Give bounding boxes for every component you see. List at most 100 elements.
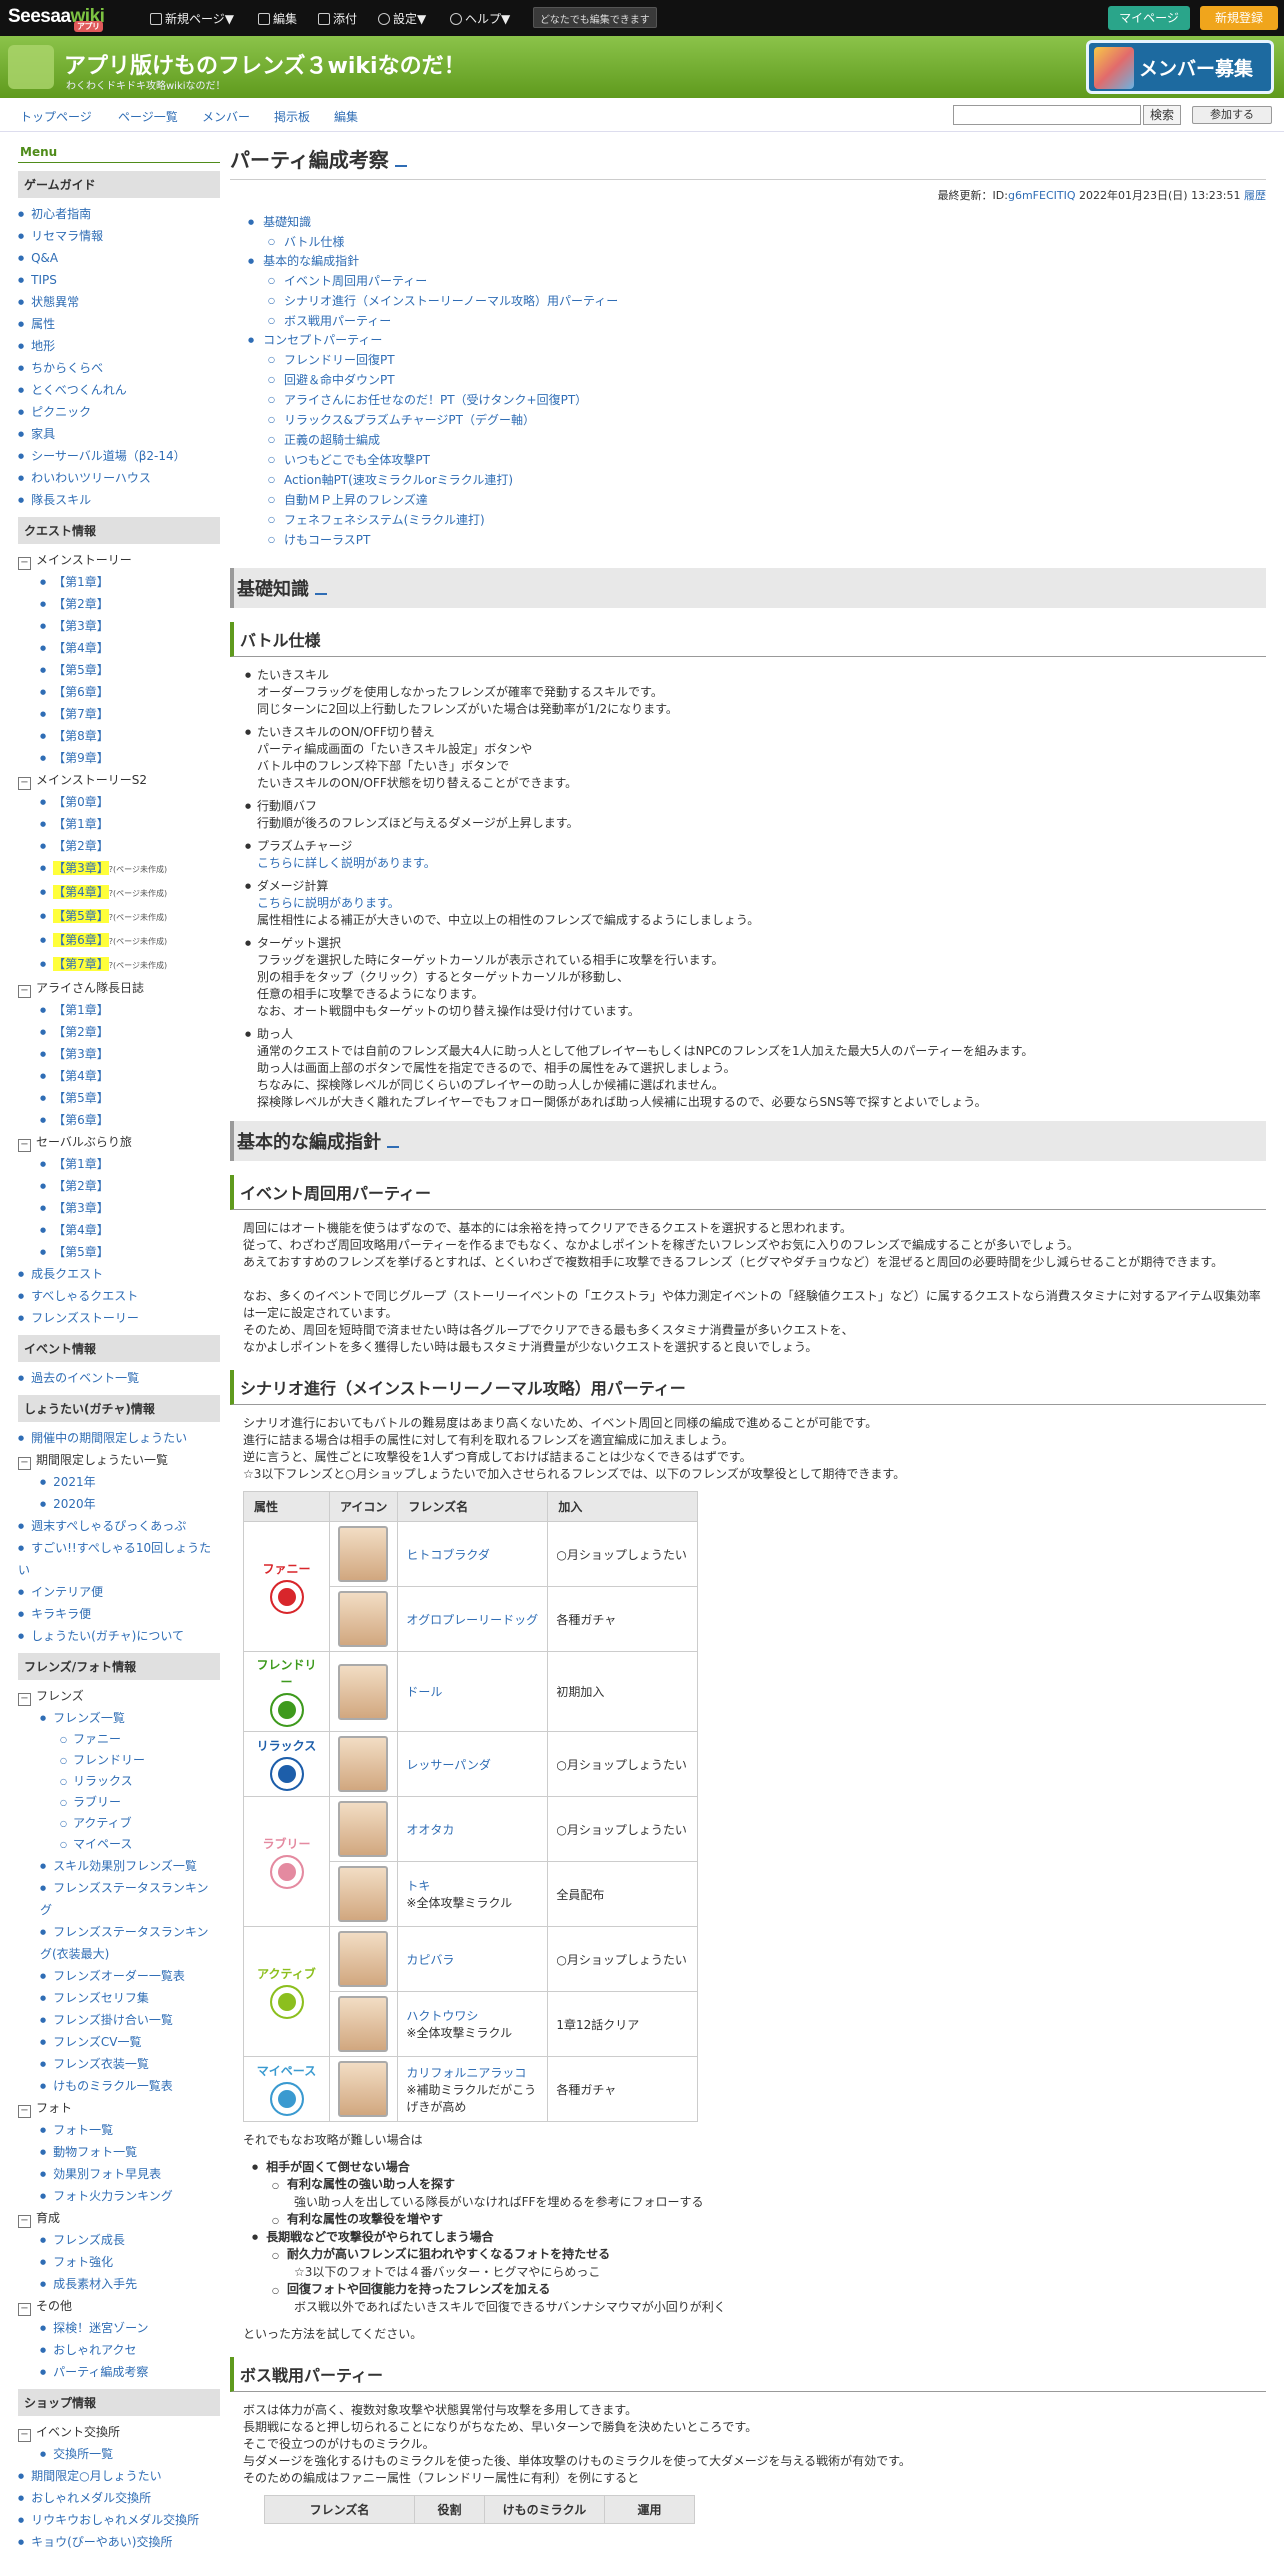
sidebar-item-label[interactable]: 隊長スキル [31, 493, 91, 507]
site-title[interactable]: アプリ版けものフレンズ３wikiなのだ！ [64, 48, 466, 80]
sidebar-item[interactable]: 状態異常 [18, 291, 220, 313]
sidebar-item[interactable]: 【第2章】 [18, 835, 220, 857]
sidebar-item-label[interactable]: けものミラクル一覧表 [53, 2079, 173, 2093]
sidebar-item[interactable]: すべしゃるクエスト [18, 1285, 220, 1307]
sidebar-item-label[interactable]: おしゃれアクセ [53, 2343, 136, 2357]
history-link[interactable]: 履歴 [1244, 189, 1266, 202]
toc-item[interactable]: けもコーラスPT [248, 530, 1266, 550]
toc-item[interactable]: いつもどこでも全体攻撃PT [248, 450, 1266, 470]
help-menu[interactable]: ヘルプ▼ [450, 10, 510, 27]
sidebar-item-label[interactable]: 【第2章】 [53, 839, 109, 853]
sidebar-item[interactable]: 【第1章】 [18, 813, 220, 835]
sidebar-item[interactable]: 成長クエスト [18, 1263, 220, 1285]
sidebar-item-label[interactable]: 【第6章】 [53, 1113, 109, 1127]
sidebar-item[interactable]: 初心者指南 [18, 203, 220, 225]
sidebar-item[interactable]: 【第4章】?(ページ未作成) [18, 881, 220, 905]
sidebar-item-label[interactable]: パーティ編成考察 [53, 2365, 148, 2379]
sidebar-item[interactable]: おしゃれメダル交換所 [18, 2487, 220, 2509]
member-recruit-banner[interactable]: メンバー募集 [1086, 40, 1274, 94]
sidebar-item-label[interactable]: リセマラ情報 [31, 229, 103, 243]
friend-portrait-icon[interactable] [338, 1866, 388, 1922]
sidebar-item-label[interactable]: ちからくらべ [31, 361, 103, 375]
sidebar-item[interactable]: 【第8章】 [18, 725, 220, 747]
sidebar-item-label[interactable]: 動物フォト一覧 [53, 2145, 137, 2159]
sidebar-item[interactable]: キラキラ便 [18, 1603, 220, 1625]
sidebar-item[interactable]: 【第3章】 [18, 1043, 220, 1065]
toc-item[interactable]: アライさんにお任せなのだ！PT（受けタンク+回復PT） [248, 390, 1266, 410]
sidebar-item-label[interactable]: フレンズセリフ集 [53, 1991, 149, 2005]
sidebar-item[interactable]: アクティブ [18, 1813, 220, 1834]
edit-pencil-icon[interactable] [315, 583, 327, 595]
toc-item[interactable]: コンセプトパーティー [248, 331, 1266, 350]
sidebar-item[interactable]: 家具 [18, 423, 220, 445]
toc-item[interactable]: フェネフェネシステム(ミラクル連打) [248, 510, 1266, 530]
sidebar-item[interactable]: 2020年 [18, 1493, 220, 1515]
toc-item[interactable]: シナリオ進行（メインストーリーノーマル攻略）用パーティー [248, 291, 1266, 311]
search-input[interactable] [953, 105, 1141, 125]
sidebar-item-label[interactable]: 成長素材入手先 [53, 2277, 137, 2291]
sidebar-item[interactable]: 交換所一覧 [18, 2443, 220, 2465]
sidebar-item-label[interactable]: 【第7章】 [53, 957, 109, 971]
sidebar-item-label[interactable]: マイペース [73, 1837, 132, 1851]
sidebar-item-label[interactable]: フレンズストーリー [31, 1311, 139, 1325]
sidebar-item[interactable]: 【第1章】 [18, 1153, 220, 1175]
sidebar-item[interactable]: 属性 [18, 313, 220, 335]
sidebar-item[interactable]: フレンズ成長 [18, 2229, 220, 2251]
sidebar-item[interactable]: リセマラ情報 [18, 225, 220, 247]
sidebar-item[interactable]: 【第7章】?(ページ未作成) [18, 953, 220, 977]
sidebar-item-label[interactable]: フォト火力ランキング [53, 2189, 173, 2203]
sidebar-item-label[interactable]: すべしゃるクエスト [31, 1289, 138, 1303]
sidebar-item-label[interactable]: フレンズ一覧 [53, 1711, 125, 1725]
sidebar-item-label[interactable]: とくべつくんれん [31, 383, 127, 397]
friend-portrait-icon[interactable] [338, 1663, 388, 1720]
sidebar-item-label[interactable]: 【第6章】 [53, 933, 109, 947]
sidebar-item[interactable]: 【第7章】 [18, 703, 220, 725]
sidebar-item-label[interactable]: 【第8章】 [53, 729, 109, 743]
edit-pencil-icon[interactable] [387, 1136, 399, 1148]
sidebar-item[interactable]: ラブリー [18, 1792, 220, 1813]
sidebar-item[interactable]: けものミラクル一覧表 [18, 2075, 220, 2097]
toc-item[interactable]: 基本的な編成指針 [248, 252, 1266, 271]
nav-page-list[interactable]: ページ一覧 [118, 108, 178, 125]
nav-top-page[interactable]: トップページ [20, 108, 92, 125]
sidebar-item[interactable]: フレンズステータスランキング(衣装最大) [18, 1921, 220, 1965]
sidebar-item[interactable]: フレンズCV一覧 [18, 2031, 220, 2053]
search-button[interactable]: 検索 [1143, 105, 1181, 125]
sidebar-item[interactable]: 【第9章】 [18, 747, 220, 769]
sidebar-item[interactable]: 【第4章】 [18, 1065, 220, 1087]
nav-members[interactable]: メンバー [202, 108, 250, 125]
sidebar-item[interactable]: TIPS [18, 269, 220, 291]
toc-item[interactable]: フレンドリー回復PT [248, 350, 1266, 370]
sidebar-item-label[interactable]: 開催中の期間限定しょうたい [31, 1431, 187, 1445]
sidebar-item[interactable]: とくべつくんれん [18, 379, 220, 401]
sidebar-item[interactable]: フレンドリー [18, 1750, 220, 1771]
sidebar-item-label[interactable]: リウキウおしゃれメダル交換所 [31, 2513, 199, 2527]
sidebar-item[interactable]: 過去のイベント一覧 [18, 1367, 220, 1389]
sidebar-item-label[interactable]: 【第6章】 [53, 685, 109, 699]
sidebar-item-label[interactable]: 【第3章】 [53, 1047, 109, 1061]
sidebar-item-label[interactable]: 【第4章】 [53, 1069, 109, 1083]
battle-spec-desc[interactable]: こちらに詳しく説明があります。 [257, 855, 1266, 872]
sidebar-item[interactable]: ピクニック [18, 401, 220, 423]
sidebar-item[interactable]: 【第6章】 [18, 1109, 220, 1131]
sidebar-item[interactable]: パーティ編成考察 [18, 2361, 220, 2383]
sidebar-item-label[interactable]: フレンズオーダー一覧表 [53, 1969, 185, 1983]
sidebar-item-label[interactable]: 週末すぺしゃるぴっくあっぷ [31, 1519, 186, 1533]
toc-item[interactable]: ボス戦用パーティー [248, 311, 1266, 331]
sidebar-item-label[interactable]: ファニー [73, 1732, 121, 1746]
nav-board[interactable]: 掲示板 [274, 108, 310, 125]
sidebar-item-label[interactable]: 【第3章】 [53, 1201, 109, 1215]
sidebar-item-label[interactable]: 【第2章】 [53, 597, 109, 611]
friend-portrait-icon[interactable] [338, 1801, 388, 1857]
toc-item[interactable]: 自動ＭＰ上昇のフレンズ達 [248, 490, 1266, 510]
sidebar-item[interactable]: フレンズ一覧 [18, 1707, 220, 1729]
sidebar-item-label[interactable]: フレンズ掛け合い一覧 [53, 2013, 173, 2027]
toc-item[interactable]: バトル仕様 [248, 232, 1266, 252]
sidebar-item[interactable]: 【第4章】 [18, 637, 220, 659]
sidebar-item-label[interactable]: 【第1章】 [53, 817, 109, 831]
sidebar-item-label[interactable]: 交換所一覧 [53, 2447, 113, 2461]
sidebar-item-label[interactable]: わいわいツリーハウス [31, 471, 151, 485]
toc-item[interactable]: 基礎知識 [248, 213, 1266, 232]
toc-item[interactable]: イベント周回用パーティー [248, 271, 1266, 291]
sidebar-item-label[interactable]: 状態異常 [31, 295, 79, 309]
